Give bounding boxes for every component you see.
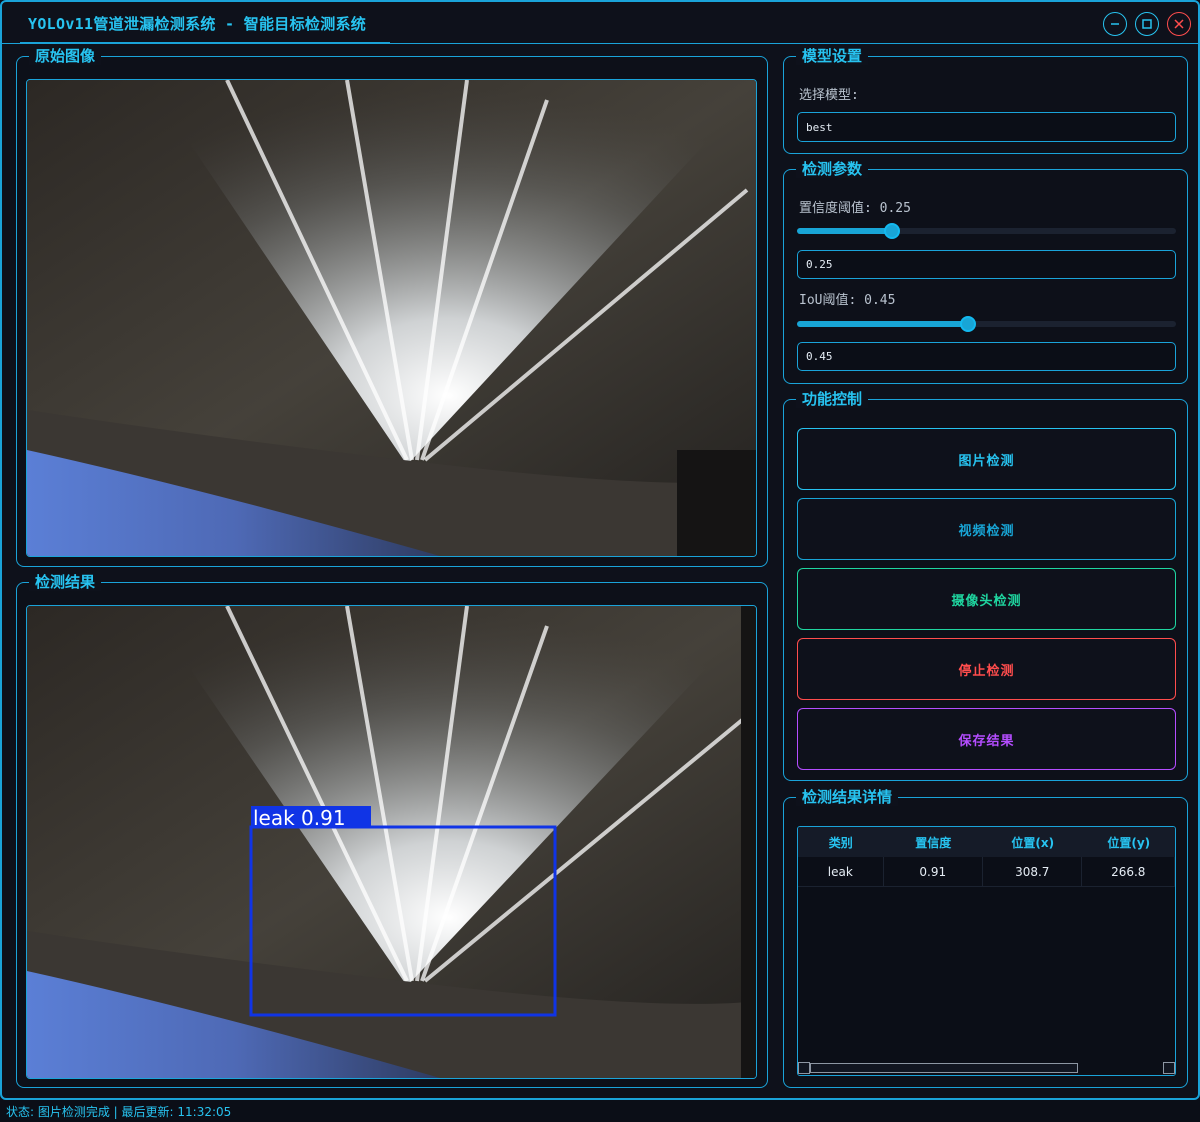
cell-y: 266.8: [1082, 857, 1175, 886]
maximize-button[interactable]: [1135, 12, 1159, 36]
minimize-button[interactable]: [1103, 12, 1127, 36]
video-detect-button[interactable]: 视频检测: [797, 498, 1176, 560]
detection-details-panel: 检测结果详情 类别 置信度 位置(x) 位置(y) leak 0.91 308.…: [783, 788, 1188, 1088]
function-control-panel: 功能控制 图片检测 视频检测 摄像头检测 停止检测 保存结果: [783, 390, 1188, 781]
app-window: YOLOv11管道泄漏检测系统 - 智能目标检测系统 原始图像 检测结果 lea…: [0, 0, 1200, 1100]
iou-label: IoU阈值: 0.45: [799, 293, 896, 308]
confidence-slider[interactable]: [797, 223, 1176, 239]
original-image: [27, 80, 756, 556]
table-row[interactable]: leak 0.91 308.7 266.8: [798, 857, 1175, 887]
title-bar: YOLOv11管道泄漏检测系统 - 智能目标检测系统: [2, 2, 1198, 44]
model-select-label: 选择模型:: [799, 88, 859, 103]
column-header-y[interactable]: 位置(y): [1082, 827, 1175, 857]
confidence-slider-handle[interactable]: [884, 223, 900, 239]
column-header-confidence[interactable]: 置信度: [884, 827, 983, 857]
column-header-x[interactable]: 位置(x): [983, 827, 1082, 857]
result-image-title: 检测结果: [29, 573, 102, 591]
iou-slider-fill: [797, 321, 968, 327]
status-bar: 状态: 图片检测完成 | 最后更新: 11:32:05: [0, 1100, 1200, 1122]
confidence-slider-fill: [797, 228, 892, 234]
stop-detect-button[interactable]: 停止检测: [797, 638, 1176, 700]
detection-details-title: 检测结果详情: [796, 788, 899, 806]
model-select[interactable]: best: [797, 112, 1176, 142]
confidence-input[interactable]: 0.25: [797, 250, 1176, 279]
model-settings-panel: 模型设置 选择模型: best: [783, 47, 1188, 154]
results-table: 类别 置信度 位置(x) 位置(y) leak 0.91 308.7 266.8: [797, 826, 1176, 1076]
title-underline: [20, 42, 390, 44]
original-image-title: 原始图像: [29, 47, 102, 65]
column-header-class[interactable]: 类别: [798, 827, 884, 857]
iou-input[interactable]: 0.45: [797, 342, 1176, 371]
original-image-frame: [26, 79, 757, 557]
result-image-panel: 检测结果 leak 0.91: [16, 573, 768, 1088]
detection-label: leak 0.91: [253, 806, 346, 830]
close-icon: [1174, 19, 1184, 29]
cell-confidence: 0.91: [884, 857, 984, 886]
confidence-label: 置信度阈值: 0.25: [799, 201, 911, 216]
cell-x: 308.7: [983, 857, 1083, 886]
horizontal-scrollbar[interactable]: [798, 1061, 1175, 1075]
maximize-icon: [1142, 19, 1152, 29]
minimize-icon: [1111, 23, 1119, 25]
camera-detect-button[interactable]: 摄像头检测: [797, 568, 1176, 630]
scroll-right-button[interactable]: [1163, 1062, 1175, 1074]
scroll-left-button[interactable]: [798, 1062, 810, 1074]
table-header: 类别 置信度 位置(x) 位置(y): [798, 827, 1175, 857]
original-image-panel: 原始图像: [16, 47, 768, 567]
close-button[interactable]: [1167, 12, 1191, 36]
scrollbar-thumb[interactable]: [810, 1063, 1078, 1073]
window-title: YOLOv11管道泄漏检测系统 - 智能目标检测系统: [28, 15, 367, 33]
function-control-title: 功能控制: [796, 390, 869, 408]
result-image-frame: leak 0.91: [26, 605, 757, 1079]
cell-class: leak: [798, 857, 884, 886]
save-result-button[interactable]: 保存结果: [797, 708, 1176, 770]
detection-params-panel: 检测参数 置信度阈值: 0.25 0.25 IoU阈值: 0.45 0.45: [783, 160, 1188, 384]
iou-slider[interactable]: [797, 316, 1176, 332]
result-image: leak 0.91: [27, 606, 756, 1078]
model-settings-title: 模型设置: [796, 47, 869, 65]
iou-slider-handle[interactable]: [960, 316, 976, 332]
detection-params-title: 检测参数: [796, 160, 869, 178]
image-detect-button[interactable]: 图片检测: [797, 428, 1176, 490]
